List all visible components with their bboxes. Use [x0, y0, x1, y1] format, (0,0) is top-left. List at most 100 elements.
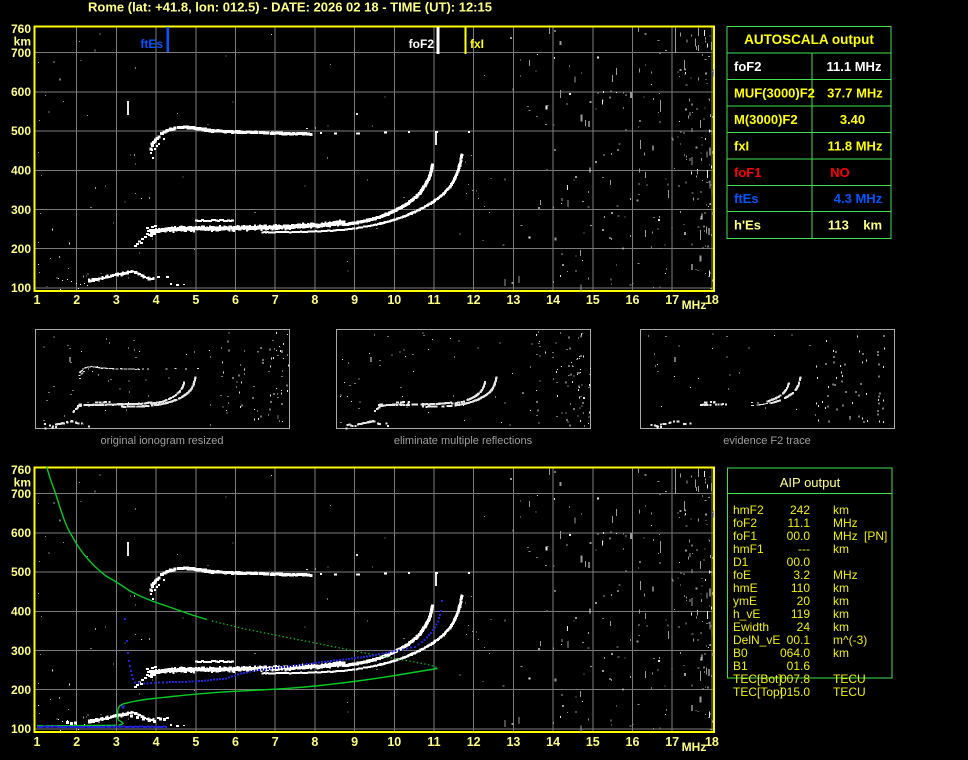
svg-text:300: 300	[11, 203, 31, 217]
svg-text:400: 400	[11, 164, 31, 178]
svg-text:700: 700	[11, 46, 31, 60]
svg-text:MHz: MHz	[682, 298, 707, 312]
svg-text:MHz: MHz	[833, 568, 858, 582]
svg-text:015.0: 015.0	[780, 685, 810, 699]
svg-text:km: km	[833, 646, 849, 660]
svg-text:11.1 MHz: 11.1 MHz	[827, 59, 882, 74]
svg-text:[PN]: [PN]	[864, 529, 887, 543]
svg-text:11: 11	[427, 735, 440, 749]
svg-text:foF2: foF2	[409, 37, 435, 51]
svg-text:13: 13	[506, 293, 520, 307]
svg-text:h_vE: h_vE	[733, 607, 760, 621]
svg-text:km: km	[833, 620, 849, 634]
svg-text:24: 24	[797, 620, 811, 634]
svg-text:foF2: foF2	[733, 516, 757, 530]
svg-text:fxI: fxI	[734, 138, 749, 153]
svg-text:5: 5	[192, 293, 199, 307]
svg-text:3.40: 3.40	[840, 112, 865, 127]
svg-text:1: 1	[34, 735, 41, 749]
svg-text:16: 16	[626, 293, 640, 307]
svg-text:7: 7	[272, 293, 279, 307]
svg-text:6: 6	[232, 735, 239, 749]
svg-text:15: 15	[586, 735, 600, 749]
svg-text:11.1: 11.1	[788, 516, 811, 530]
svg-text:600: 600	[11, 85, 31, 99]
svg-text:AIP output: AIP output	[780, 475, 841, 490]
svg-text:h'Es: h'Es	[734, 217, 761, 232]
svg-text:7: 7	[272, 735, 279, 749]
svg-text:100: 100	[11, 281, 31, 295]
svg-text:11: 11	[427, 293, 440, 307]
svg-text:km: km	[833, 594, 849, 608]
svg-text:evidence F2 trace: evidence F2 trace	[723, 435, 810, 447]
svg-text:ymE: ymE	[733, 594, 757, 608]
svg-text:064.0: 064.0	[780, 646, 810, 660]
svg-text:MHz: MHz	[682, 740, 707, 754]
svg-text:MHz: MHz	[833, 516, 858, 530]
svg-text:Rome (lat: +41.8, lon: 012.5): Rome (lat: +41.8, lon: 012.5) - DATE: 20…	[88, 0, 492, 15]
svg-text:18: 18	[705, 293, 719, 307]
svg-text:4: 4	[153, 293, 160, 307]
svg-text:500: 500	[11, 124, 31, 138]
svg-text:MUF(3000)F2: MUF(3000)F2	[734, 85, 815, 100]
svg-text:TEC[Top]: TEC[Top]	[733, 685, 783, 699]
svg-text:3.2: 3.2	[793, 568, 810, 582]
svg-text:AUTOSCALA output: AUTOSCALA output	[744, 32, 874, 47]
svg-text:Ewidth: Ewidth	[733, 620, 769, 634]
svg-text:eliminate multiple reflections: eliminate multiple reflections	[394, 435, 533, 447]
svg-text:DelN_vE: DelN_vE	[733, 633, 780, 647]
svg-text:original ionogram resized: original ionogram resized	[101, 435, 224, 447]
svg-text:1: 1	[34, 293, 41, 307]
svg-text:17: 17	[665, 735, 679, 749]
svg-text:6: 6	[232, 293, 239, 307]
svg-text:700: 700	[11, 487, 31, 501]
svg-text:9: 9	[351, 293, 358, 307]
svg-text:113 km: 113 km	[828, 217, 882, 232]
svg-text:B0: B0	[733, 646, 748, 660]
svg-text:9: 9	[351, 735, 358, 749]
svg-text:10: 10	[387, 293, 401, 307]
svg-text:8: 8	[311, 735, 318, 749]
svg-text:m^(-3): m^(-3)	[833, 633, 867, 647]
svg-text:242: 242	[790, 503, 810, 517]
svg-text:00.0: 00.0	[787, 555, 811, 569]
svg-text:13: 13	[506, 735, 520, 749]
svg-text:17: 17	[665, 293, 679, 307]
svg-text:D1: D1	[733, 555, 749, 569]
svg-text:km: km	[833, 542, 849, 556]
svg-text:3: 3	[113, 735, 120, 749]
svg-text:500: 500	[11, 565, 31, 579]
svg-text:14: 14	[546, 735, 560, 749]
svg-text:km: km	[833, 581, 849, 595]
svg-text:NO: NO	[830, 165, 850, 180]
svg-text:14: 14	[546, 293, 560, 307]
svg-text:400: 400	[11, 605, 31, 619]
svg-text:hmE: hmE	[733, 581, 758, 595]
svg-text:hmF1: hmF1	[733, 542, 764, 556]
svg-text:20: 20	[797, 594, 811, 608]
svg-text:ftEs: ftEs	[140, 37, 163, 51]
svg-text:hmF2: hmF2	[733, 503, 764, 517]
svg-text:4.3 MHz: 4.3 MHz	[834, 191, 883, 206]
svg-text:200: 200	[11, 683, 31, 697]
svg-text:TECU: TECU	[833, 672, 866, 686]
svg-text:foF1: foF1	[733, 529, 757, 543]
svg-text:km: km	[833, 503, 849, 517]
svg-text:M(3000)F2: M(3000)F2	[734, 112, 798, 127]
svg-text:B1: B1	[733, 659, 748, 673]
svg-text:---: ---	[798, 542, 810, 556]
svg-text:ftEs: ftEs	[734, 191, 759, 206]
svg-text:11.8 MHz: 11.8 MHz	[828, 138, 883, 153]
svg-text:12: 12	[467, 293, 481, 307]
svg-text:37.7 MHz: 37.7 MHz	[827, 85, 883, 100]
svg-text:110: 110	[791, 581, 810, 595]
svg-text:00.1: 00.1	[787, 633, 811, 647]
svg-text:foE: foE	[733, 568, 751, 582]
svg-text:119: 119	[791, 607, 810, 621]
svg-text:007.8: 007.8	[780, 672, 810, 686]
svg-text:foF1: foF1	[734, 165, 761, 180]
svg-text:600: 600	[11, 526, 31, 540]
svg-text:00.0: 00.0	[787, 529, 811, 543]
svg-text:200: 200	[11, 242, 31, 256]
svg-text:TEC[Bot]: TEC[Bot]	[733, 672, 782, 686]
